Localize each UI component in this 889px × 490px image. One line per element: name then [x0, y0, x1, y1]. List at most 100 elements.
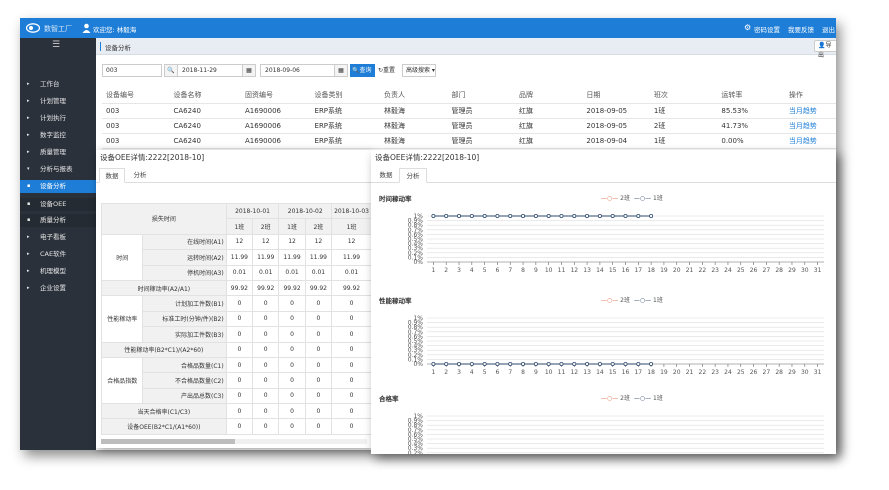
sidebar-item[interactable]: ▪ 设备OEE [20, 198, 96, 211]
data-point[interactable] [533, 213, 538, 218]
logout-link[interactable]: 退出 [822, 24, 835, 34]
sidebar-item[interactable]: ▸ 计划管理 [20, 95, 96, 108]
sidebar-item[interactable]: ▪ 质量分析 [20, 214, 96, 227]
panel-tabs: 数据 分析 [96, 165, 372, 183]
oee-data-table: 损失时间 2018-10-01 2018-10-02 2018-10-03 1班 2班 1班… [100, 202, 372, 435]
y-tick-label: 1% [413, 213, 423, 220]
legend-marker[interactable]: —○— [601, 395, 618, 402]
data-point[interactable] [636, 213, 641, 218]
value-cell: 0 [304, 372, 333, 389]
sidebar-item[interactable]: ▸ 工作台 [20, 78, 96, 91]
data-point[interactable] [623, 213, 628, 218]
data-point[interactable] [533, 362, 538, 367]
data-point[interactable] [444, 362, 449, 367]
breadcrumb-label: 设备分析 [105, 44, 131, 52]
password-settings-link[interactable]: 密码设置 [754, 24, 780, 34]
legend-marker[interactable]: —○— [634, 395, 651, 402]
data-point[interactable] [585, 213, 590, 218]
reset-button[interactable]: ↻重置 [378, 64, 400, 77]
data-point[interactable] [521, 362, 526, 367]
data-point[interactable] [610, 213, 615, 218]
data-point[interactable] [572, 362, 577, 367]
data-point[interactable] [572, 213, 577, 218]
data-point[interactable] [469, 213, 474, 218]
value-cell: 0 [225, 356, 254, 374]
data-point[interactable] [649, 213, 654, 218]
data-point[interactable] [482, 213, 487, 218]
date-to-field[interactable]: 2018-09-06 ▦ [260, 64, 348, 77]
tab-analysis[interactable]: 分析 [399, 168, 427, 183]
sidebar-item[interactable]: ▸ 数字监控 [20, 129, 96, 142]
table-cell: 管理员 [447, 133, 515, 149]
table-row: 实际加工件数(B3) 0 0 0 0 0 [102, 326, 372, 343]
data-point[interactable] [431, 213, 436, 218]
advanced-search-button[interactable]: 高级搜索 ▾ [402, 64, 436, 77]
data-point[interactable] [585, 362, 590, 367]
x-tick-label: 2 [444, 267, 448, 274]
sidebar-item[interactable]: ▾ 分析与报表 [20, 163, 96, 176]
data-point[interactable] [508, 213, 513, 218]
trend-link[interactable]: 当月趋势 [784, 133, 836, 149]
menu-toggle-icon[interactable]: ☰ [52, 40, 60, 50]
feedback-link[interactable]: 我要反馈 [788, 24, 814, 34]
shift-header: 2班 [252, 218, 280, 235]
tab-analysis[interactable]: 分析 [127, 168, 153, 183]
sidebar-item[interactable]: ▸ 企业设置 [20, 282, 96, 295]
data-point[interactable] [597, 362, 602, 367]
column-header: 班次 [649, 88, 718, 104]
sidebar-item-label: 分析与报表 [40, 165, 73, 173]
data-point[interactable] [610, 362, 615, 367]
tab-data[interactable]: 数据 [99, 168, 125, 183]
value-cell: 12 [252, 233, 280, 251]
sidebar-item[interactable]: ▸ 电子看板 [20, 231, 96, 244]
data-point[interactable] [623, 362, 628, 367]
data-point[interactable] [546, 362, 551, 367]
value-cell: 0 [331, 418, 372, 435]
data-point[interactable] [495, 213, 500, 218]
legend-marker[interactable]: —○— [601, 297, 618, 304]
trend-link[interactable]: 当月趋势 [784, 103, 836, 119]
date-header: 2018-10-03 [331, 202, 372, 220]
horizontal-scrollbar[interactable] [101, 439, 367, 444]
sidebar-item[interactable]: ▸ CAE软件 [20, 248, 96, 261]
data-point[interactable] [457, 362, 462, 367]
data-point[interactable] [649, 362, 654, 367]
legend-marker[interactable]: —○— [601, 195, 618, 202]
device-input[interactable]: 003 [102, 64, 162, 77]
legend-marker[interactable]: —○— [634, 297, 651, 304]
row-label: 产出品总数(C3) [142, 387, 227, 405]
date-from-field[interactable]: 🔍 2018-11-29 ▦ [164, 64, 256, 77]
oee-detail-data-panel: 设备OEE详情:2222[2018-10] 数据 分析 损失时间 2018-10-… [96, 150, 372, 448]
value-cell: 0 [252, 418, 280, 435]
x-tick-label: 12 [570, 267, 578, 274]
data-point[interactable] [559, 213, 564, 218]
data-point[interactable] [457, 213, 462, 218]
sidebar-item[interactable]: ▸ 质量管理 [20, 146, 96, 159]
value-cell: 0.01 [304, 264, 333, 281]
sidebar-item[interactable]: ▸ 机理模型 [20, 265, 96, 278]
data-point[interactable] [597, 213, 602, 218]
data-point[interactable] [559, 362, 564, 367]
sidebar-item[interactable]: ▪ 设备分析 [20, 180, 96, 193]
data-point[interactable] [469, 362, 474, 367]
tab-data[interactable]: 数据 [373, 168, 399, 183]
sidebar-item[interactable]: ▸ 计划执行 [20, 112, 96, 125]
scrollbar-thumb[interactable] [101, 439, 235, 444]
data-point[interactable] [431, 362, 436, 367]
table-cell: 003 [102, 103, 170, 119]
x-tick-label: 16 [622, 369, 630, 376]
data-point[interactable] [636, 362, 641, 367]
data-point[interactable] [444, 213, 449, 218]
x-tick-label: 25 [737, 369, 745, 376]
oee-detail-analysis-panel: 设备OEE详情:2222[2018-10] 数据 分析 时间稼动率 —○— 2班 … [371, 150, 836, 454]
chart-title: 时间稼动率 [379, 195, 412, 203]
data-point[interactable] [482, 362, 487, 367]
export-button[interactable]: 👤导出 [814, 40, 836, 59]
data-point[interactable] [521, 213, 526, 218]
data-point[interactable] [495, 362, 500, 367]
legend-marker[interactable]: —○— [634, 195, 651, 202]
trend-link[interactable]: 当月趋势 [784, 118, 836, 134]
query-button[interactable]: 🔍查询 [350, 64, 375, 77]
data-point[interactable] [508, 362, 513, 367]
data-point[interactable] [546, 213, 551, 218]
